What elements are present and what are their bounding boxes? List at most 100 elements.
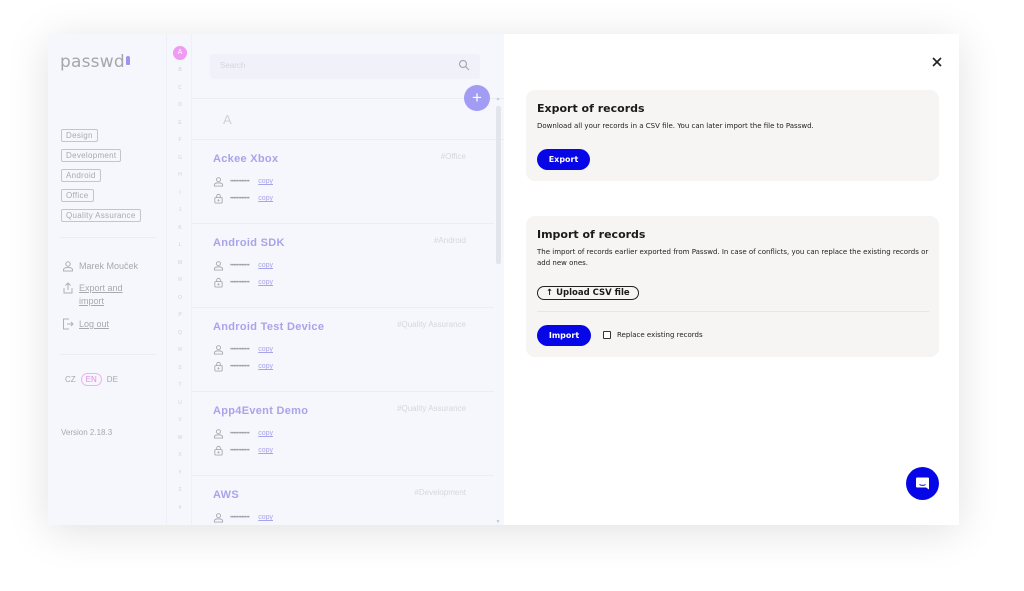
record-tag: #Android xyxy=(433,236,466,245)
tag-quality-assurance[interactable]: Quality Assurance xyxy=(61,209,141,222)
alphabet-index: A B C D E F G H I J K L M N O P Q R S T U V W X Y Z # xyxy=(166,34,192,525)
export-import-link[interactable]: Export and import xyxy=(62,282,138,308)
upload-box-icon xyxy=(63,282,73,294)
alphabet-letter[interactable]: T xyxy=(167,382,193,388)
alphabet-letter[interactable]: W xyxy=(167,435,193,441)
scrollbar[interactable]: ▲ ▼ xyxy=(494,96,502,525)
record-item[interactable]: Android Test Device #Quality Assurance •••… xyxy=(192,308,494,392)
checkbox-box[interactable] xyxy=(603,331,611,339)
close-icon[interactable] xyxy=(931,56,943,68)
import-card: Import of records The import of records … xyxy=(526,216,939,357)
alphabet-letter[interactable]: F xyxy=(167,137,193,143)
copy-password-link[interactable]: copy xyxy=(258,363,273,370)
user-icon xyxy=(213,429,224,439)
record-tag: #Quality Assurance xyxy=(397,320,466,329)
record-item[interactable]: App4Event Demo #Quality Assurance ••••••••… xyxy=(192,392,494,476)
alphabet-letter[interactable]: I xyxy=(167,190,193,196)
tag-android[interactable]: Android xyxy=(61,169,101,182)
version-label: Version 2.18.3 xyxy=(61,428,113,437)
alphabet-letter[interactable]: # xyxy=(167,505,193,511)
alphabet-letter[interactable]: Z xyxy=(167,487,193,493)
copy-username-link[interactable]: copy xyxy=(258,430,273,437)
record-name[interactable]: Ackee Xbox xyxy=(213,153,278,165)
upload-csv-button[interactable]: ↑ Upload CSV file xyxy=(537,286,639,300)
copy-username-link[interactable]: copy xyxy=(258,514,273,521)
import-button[interactable]: Import xyxy=(537,325,591,346)
username-row: •••••••••••• copy xyxy=(213,176,273,187)
alphabet-letter[interactable]: L xyxy=(167,242,193,248)
password-masked: •••••••••••• xyxy=(230,447,250,454)
alphabet-letter[interactable]: D xyxy=(167,102,193,108)
record-name[interactable]: App4Event Demo xyxy=(213,405,308,417)
tag-development[interactable]: Development xyxy=(61,149,122,162)
alphabet-letter[interactable]: H xyxy=(167,172,193,178)
password-row: •••••••••••• copy xyxy=(213,445,273,456)
export-button[interactable]: Export xyxy=(537,149,590,170)
tag-office[interactable]: Office xyxy=(61,189,94,202)
lock-icon xyxy=(214,361,223,372)
alphabet-letter[interactable]: C xyxy=(167,85,193,91)
username-masked: •••••••••••• xyxy=(230,346,250,353)
replace-records-checkbox[interactable]: Replace existing records xyxy=(603,331,703,339)
alphabet-letter-active[interactable]: A xyxy=(173,46,187,60)
password-row: •••••••••••• copy xyxy=(213,361,273,372)
alphabet-letter[interactable]: G xyxy=(167,155,193,161)
alphabet-letter[interactable]: Y xyxy=(167,470,193,476)
import-divider xyxy=(537,311,929,312)
scrollbar-thumb[interactable] xyxy=(496,106,501,264)
sidebar-divider xyxy=(60,237,156,238)
alphabet-letter[interactable]: N xyxy=(167,277,193,283)
alphabet-letter[interactable]: V xyxy=(167,417,193,423)
alphabet-letter[interactable]: K xyxy=(167,225,193,231)
copy-password-link[interactable]: copy xyxy=(258,447,273,454)
search-input[interactable]: Search xyxy=(210,54,480,79)
chat-button[interactable] xyxy=(906,467,939,500)
alphabet-letter[interactable]: U xyxy=(167,400,193,406)
alphabet-letter[interactable]: B xyxy=(167,67,193,73)
record-name[interactable]: Android Test Device xyxy=(213,321,324,333)
password-masked: •••••••••••• xyxy=(230,279,250,286)
user-icon xyxy=(213,177,224,187)
add-record-button[interactable]: + xyxy=(464,85,490,111)
copy-password-link[interactable]: copy xyxy=(258,279,273,286)
user-icon xyxy=(63,261,73,272)
sidebar: passwd Design Development Android Office… xyxy=(48,34,166,525)
alphabet-letter[interactable]: Q xyxy=(167,330,193,336)
copy-username-link[interactable]: copy xyxy=(258,346,273,353)
record-item[interactable]: AWS #Development •••••••••••• copy•••••••••… xyxy=(192,476,494,525)
alphabet-letter[interactable]: J xyxy=(167,207,193,213)
record-name[interactable]: Android SDK xyxy=(213,237,285,249)
record-tag: #Quality Assurance xyxy=(397,404,466,413)
record-tag: #Office xyxy=(440,152,466,161)
record-name[interactable]: AWS xyxy=(213,489,239,501)
logo: passwd xyxy=(60,52,130,72)
copy-username-link[interactable]: copy xyxy=(258,262,273,269)
alphabet-letter[interactable]: M xyxy=(167,260,193,266)
search-placeholder: Search xyxy=(220,61,246,70)
export-import-label[interactable]: Export and import xyxy=(79,282,123,308)
lang-cz[interactable]: CZ xyxy=(65,375,76,384)
export-import-panel: Export of records Download all your reco… xyxy=(504,34,959,525)
password-row: •••••••••••• copy xyxy=(213,193,273,204)
logout-label[interactable]: Log out xyxy=(79,318,109,331)
copy-username-link[interactable]: copy xyxy=(258,178,273,185)
alphabet-letter[interactable]: S xyxy=(167,365,193,371)
scroll-down-icon[interactable]: ▼ xyxy=(494,519,502,525)
alphabet-letter[interactable]: X xyxy=(167,452,193,458)
record-item[interactable]: Ackee Xbox #Office •••••••••••• copy •••••••… xyxy=(192,140,494,224)
alphabet-letter[interactable]: E xyxy=(167,120,193,126)
search-icon[interactable] xyxy=(458,59,470,71)
alphabet-letter[interactable]: P xyxy=(167,312,193,318)
record-item[interactable]: Android SDK #Android •••••••••••• copy •••••… xyxy=(192,224,494,308)
lang-de[interactable]: DE xyxy=(107,375,118,384)
checkbox-label: Replace existing records xyxy=(617,331,703,339)
language-switcher: CZ EN DE xyxy=(65,373,118,386)
app-window: passwd Design Development Android Office… xyxy=(48,34,959,525)
logout-link[interactable]: Log out xyxy=(62,318,138,331)
scroll-up-icon[interactable]: ▲ xyxy=(494,96,502,102)
alphabet-letter[interactable]: R xyxy=(167,347,193,353)
copy-password-link[interactable]: copy xyxy=(258,195,273,202)
lang-en[interactable]: EN xyxy=(80,373,102,386)
tag-design[interactable]: Design xyxy=(61,129,98,142)
alphabet-letter[interactable]: O xyxy=(167,295,193,301)
